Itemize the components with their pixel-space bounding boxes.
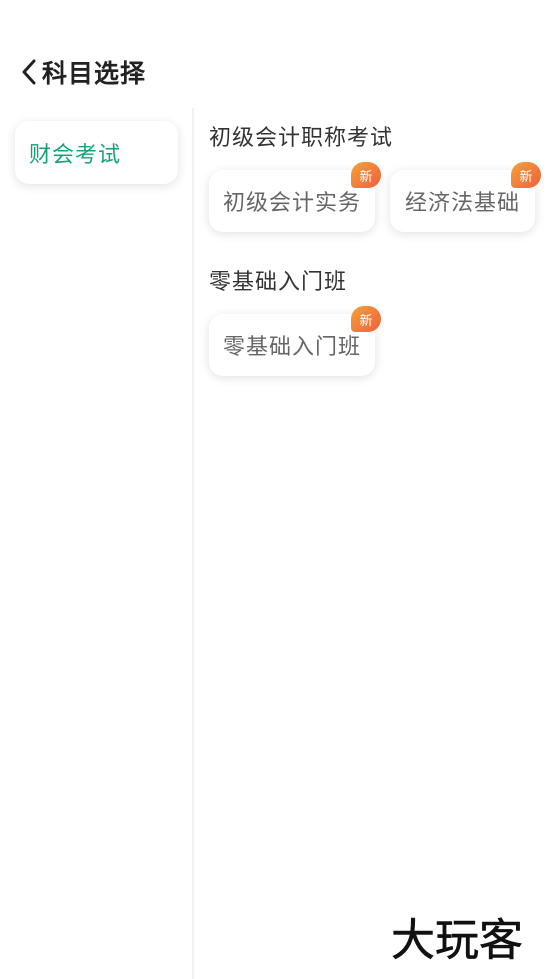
sidebar-item-label: 财会考试 [29,142,122,168]
watermark-text: 大玩客 [391,915,523,965]
section-junior-accounting: 初级会计职称考试 初级会计实务 新 经济法基础 新 [209,122,550,232]
divider [192,108,194,979]
subject-group: 零基础入门班 新 [209,306,550,376]
page-title: 科目选择 [42,59,147,88]
section-title: 初级会计职称考试 [209,126,394,151]
header-back-button[interactable]: 科目选择 [18,52,146,92]
sidebar: 财会考试 [0,108,192,979]
chevron-left-icon [18,57,40,87]
new-badge: 新 [351,306,381,332]
sidebar-item-finance-exam[interactable]: 财会考试 [15,121,178,184]
watermark-logo: 大玩客 [391,915,524,965]
new-badge: 新 [351,162,381,188]
section-title: 零基础入门班 [209,270,348,295]
subject-label: 经济法基础 [404,191,520,216]
section-beginner-class: 零基础入门班 零基础入门班 新 [209,266,550,376]
new-badge: 新 [511,162,541,188]
subject-label: 零基础入门班 [223,335,362,360]
subject-list: 初级会计职称考试 初级会计实务 新 经济法基础 新 零基础入门班 零基础入门班 … [209,108,550,410]
subject-label: 初级会计实务 [223,191,362,216]
page: 科目选择 财会考试 初级会计职称考试 初级会计实务 新 经济法基础 新 零基础入… [0,0,550,979]
subject-card-junior-accounting-practice[interactable]: 初级会计实务 新 [209,162,381,232]
subject-card-economic-law[interactable]: 经济法基础 新 [390,162,541,232]
subject-group: 初级会计实务 新 经济法基础 新 [209,162,550,232]
subject-card-beginner-class[interactable]: 零基础入门班 新 [209,306,381,376]
